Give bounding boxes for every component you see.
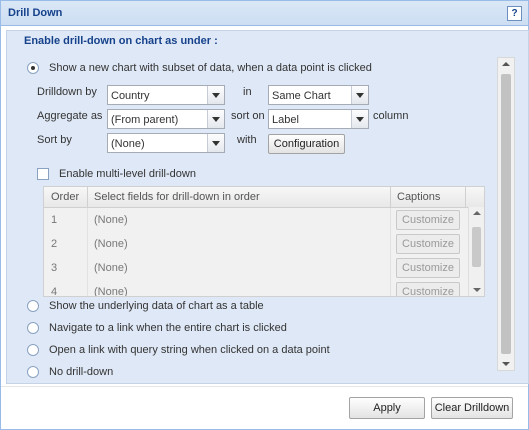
column-divider — [87, 187, 88, 207]
clear-drilldown-button[interactable]: Clear Drilldown — [431, 397, 513, 419]
dialog-title: Drill Down — [8, 7, 63, 19]
sort-on-select[interactable]: Label — [268, 109, 369, 129]
row-field[interactable]: (None) — [94, 214, 128, 226]
target-chart-select[interactable]: Same Chart — [268, 85, 369, 105]
row-field[interactable]: (None) — [94, 262, 128, 274]
multilevel-label: Enable multi-level drill-down — [59, 168, 196, 180]
column-divider — [390, 280, 391, 296]
settings-scroll-thumb[interactable] — [501, 74, 511, 354]
aggregate-label: Aggregate as — [37, 110, 103, 122]
radio-link-chart-label: Navigate to a link when the entire chart… — [49, 322, 287, 334]
drilldown-by-select[interactable]: Country — [107, 85, 225, 105]
column-divider — [87, 256, 88, 280]
configuration-button[interactable]: Configuration — [268, 134, 345, 154]
radio-new-chart[interactable] — [27, 62, 39, 74]
customize-button[interactable]: Customize — [396, 210, 460, 230]
chevron-down-icon[interactable] — [207, 86, 224, 104]
row-order: 3 — [51, 262, 58, 274]
row-order: 4 — [51, 286, 58, 297]
radio-new-chart-label: Show a new chart with subset of data, wh… — [49, 62, 372, 74]
column-divider — [390, 232, 391, 256]
grid-header-fields[interactable]: Select fields for drill-down in order — [94, 191, 260, 203]
table-row[interactable]: 1 (None) Customize — [44, 208, 484, 233]
drilldown-by-value: Country — [111, 90, 150, 102]
customize-button[interactable]: Customize — [396, 282, 460, 296]
grid-header-order[interactable]: Order — [51, 191, 79, 203]
drilldown-by-label: Drilldown by — [37, 86, 97, 98]
customize-button[interactable]: Customize — [396, 234, 460, 254]
multilevel-checkbox[interactable] — [37, 168, 49, 180]
table-row[interactable]: 2 (None) Customize — [44, 232, 484, 257]
scroll-down-icon[interactable] — [473, 288, 481, 292]
chevron-down-icon[interactable] — [207, 110, 224, 128]
target-chart-value: Same Chart — [272, 90, 331, 102]
section-heading: Enable drill-down on chart as under : — [24, 35, 218, 47]
chevron-down-icon[interactable] — [207, 134, 224, 152]
sort-on-label: sort on — [231, 110, 265, 122]
sort-on-value: Label — [272, 114, 299, 126]
aggregate-select[interactable]: (From parent) — [107, 109, 225, 129]
radio-no-drilldown-label: No drill-down — [49, 366, 114, 378]
drilldown-settings-panel: Enable drill-down on chart as under : Sh… — [6, 30, 529, 384]
customize-button[interactable]: Customize — [396, 258, 460, 278]
table-row[interactable]: 4 (None) Customize — [44, 280, 484, 297]
column-divider — [390, 256, 391, 280]
with-label: with — [237, 134, 257, 146]
radio-no-drilldown[interactable] — [27, 366, 39, 378]
scroll-up-icon[interactable] — [473, 211, 481, 215]
column-divider — [390, 187, 391, 207]
aggregate-value: (From parent) — [111, 114, 179, 126]
radio-show-table-label: Show the underlying data of chart as a t… — [49, 300, 264, 312]
column-label: column — [373, 110, 409, 122]
radio-link-point-label: Open a link with query string when click… — [49, 344, 330, 356]
settings-scrollbar[interactable] — [497, 57, 515, 371]
table-row[interactable]: 3 (None) Customize — [44, 256, 484, 281]
dialog-titlebar: Drill Down ? — [1, 1, 528, 26]
column-divider — [465, 187, 466, 207]
column-divider — [87, 280, 88, 296]
scroll-up-icon[interactable] — [502, 62, 510, 66]
column-divider — [87, 232, 88, 256]
help-icon[interactable]: ? — [507, 6, 522, 21]
drill-down-dialog: Drill Down ? Enable drill-down on chart … — [0, 0, 529, 430]
sort-by-label: Sort by — [37, 134, 72, 146]
footer-divider — [1, 386, 528, 387]
grid-scroll-thumb[interactable] — [472, 227, 481, 267]
grid-header: Order Select fields for drill-down in or… — [44, 187, 484, 208]
settings-scroll-content: Enable drill-down on chart as under : Sh… — [15, 31, 501, 383]
row-order: 2 — [51, 238, 58, 250]
grid-scrollbar[interactable] — [468, 207, 484, 296]
chevron-down-icon[interactable] — [351, 110, 368, 128]
radio-link-chart[interactable] — [27, 322, 39, 334]
grid-header-captions[interactable]: Captions — [397, 191, 440, 203]
sort-by-value: (None) — [111, 138, 145, 150]
sort-by-select[interactable]: (None) — [107, 133, 225, 153]
row-field[interactable]: (None) — [94, 238, 128, 250]
column-divider — [390, 208, 391, 232]
drilldown-fields-grid: Order Select fields for drill-down in or… — [43, 186, 485, 297]
scroll-down-icon[interactable] — [502, 362, 510, 366]
radio-link-point[interactable] — [27, 344, 39, 356]
apply-button[interactable]: Apply — [349, 397, 425, 419]
row-order: 1 — [51, 214, 58, 226]
chevron-down-icon[interactable] — [351, 86, 368, 104]
radio-show-table[interactable] — [27, 300, 39, 312]
row-field[interactable]: (None) — [94, 286, 128, 296]
in-label: in — [243, 86, 252, 98]
column-divider — [87, 208, 88, 232]
